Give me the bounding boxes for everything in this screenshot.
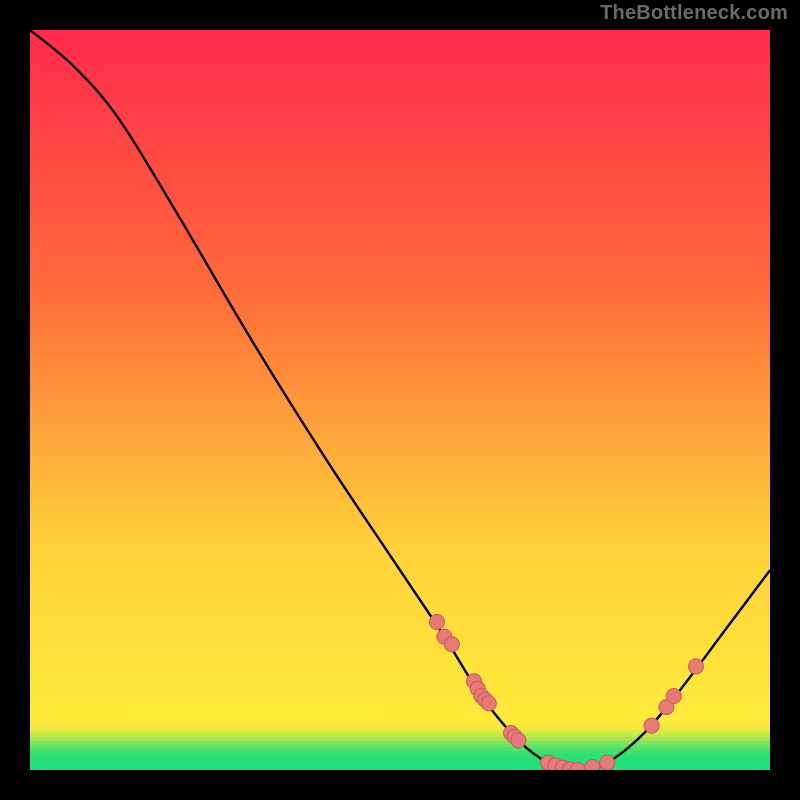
curve-marker bbox=[600, 755, 615, 770]
chart-stage: TheBottleneck.com bbox=[0, 0, 800, 800]
curve-marker bbox=[585, 760, 600, 770]
curve-marker bbox=[689, 659, 704, 674]
curve-marker bbox=[666, 689, 681, 704]
gradient-bg bbox=[30, 30, 770, 770]
curve-marker bbox=[511, 733, 526, 748]
chart-svg bbox=[30, 30, 770, 770]
plot-area bbox=[30, 30, 770, 770]
curve-marker bbox=[430, 615, 445, 630]
attribution-text: TheBottleneck.com bbox=[600, 2, 788, 25]
curve-marker bbox=[481, 696, 496, 711]
curve-marker bbox=[444, 637, 459, 652]
curve-marker bbox=[644, 718, 659, 733]
green-band-layer bbox=[30, 768, 770, 770]
